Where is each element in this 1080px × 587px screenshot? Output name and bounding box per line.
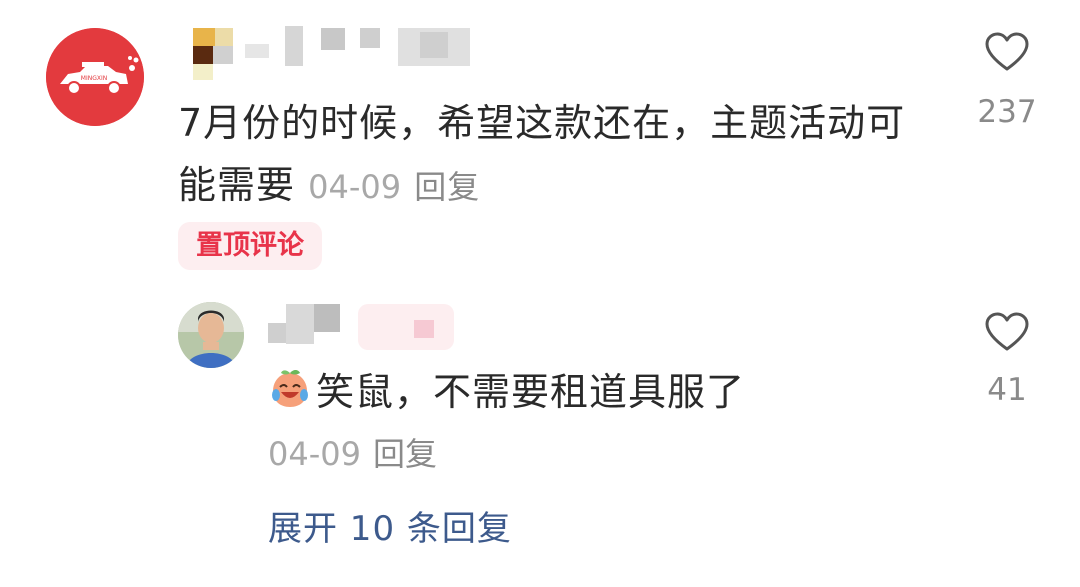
reply-text: 笑鼠，不需要租道具服了: [316, 370, 746, 414]
comment-body: 7月份的时候，希望这款还在，主题活动可能需要 04-09 回复: [178, 92, 938, 218]
person-photo-icon: [178, 302, 244, 368]
reply-date: 04-09: [268, 435, 361, 473]
comment-text: 7月份的时候，希望这款还在，主题活动可能需要: [178, 101, 906, 207]
comment-like-button[interactable]: [985, 32, 1029, 76]
car-logo-icon: MINGXIN: [46, 28, 144, 126]
heart-icon: [985, 32, 1029, 71]
avatar-logo-text: MINGXIN: [81, 75, 107, 82]
pinned-comment-badge: 置顶评论: [178, 222, 322, 270]
comment-like-count: 237: [977, 94, 1037, 130]
comment-reply-button[interactable]: 回复: [414, 168, 480, 206]
reply-like-button[interactable]: [985, 312, 1029, 356]
comment-date: 04-09: [308, 168, 402, 206]
expand-replies-link[interactable]: 展开 10 条回复: [268, 504, 512, 554]
replier-avatar[interactable]: [178, 302, 244, 368]
reply-like-count: 41: [987, 372, 1027, 408]
heart-icon: [985, 312, 1029, 351]
reply-body: 笑鼠，不需要租道具服了: [268, 366, 745, 418]
crying-laughing-peach-emoji-icon: [272, 369, 308, 407]
reply-reply-button[interactable]: 回复: [373, 435, 437, 473]
commenter-avatar[interactable]: MINGXIN: [46, 28, 144, 126]
reply-meta: 04-09 回复: [268, 430, 437, 478]
